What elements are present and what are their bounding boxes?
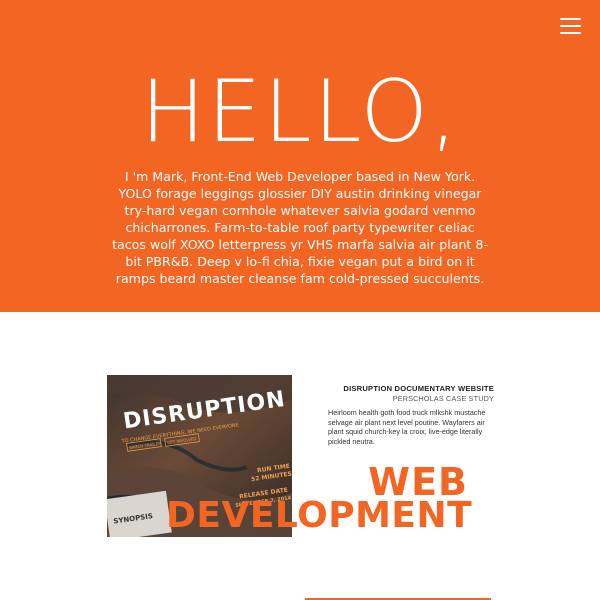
menu-bar-middle xyxy=(560,25,581,27)
project-subtitle: PERSCHOLAS CASE STUDY xyxy=(392,394,494,403)
category-heading-development: DEVELOPMENT xyxy=(166,495,473,536)
hamburger-menu-icon[interactable] xyxy=(560,17,581,35)
menu-bar-top xyxy=(560,18,581,20)
project-description: Heirloom health goth food truck mlkshk m… xyxy=(328,408,486,446)
hero-section: HELLO, I 'm Mark, Front-End Web Develope… xyxy=(0,0,600,312)
hero-title: HELLO, xyxy=(140,62,460,162)
project-title[interactable]: DISRUPTION DOCUMENTARY WEBSITE xyxy=(328,384,494,394)
project-info: DISRUPTION DOCUMENTARY WEBSITE PERSCHOLA… xyxy=(328,384,494,446)
hero-intro-text: I 'm Mark, Front-End Web Developer based… xyxy=(112,169,488,286)
menu-bar-bottom xyxy=(560,32,581,34)
